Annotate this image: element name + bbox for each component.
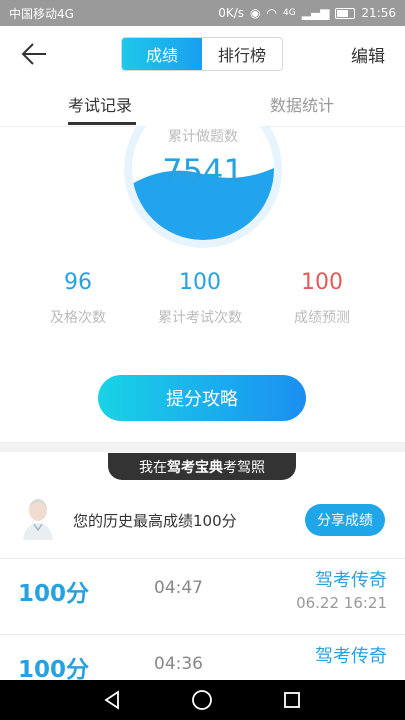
- segment-score[interactable]: 成绩: [122, 38, 202, 70]
- tab-bar: 考试记录 数据统计: [0, 82, 405, 127]
- exam-count-label: 累计考试次数: [158, 310, 242, 326]
- wifi-icon: ◠: [266, 6, 278, 20]
- header: 成绩 排行榜 编辑: [0, 26, 405, 82]
- tab-exam-records[interactable]: 考试记录: [68, 92, 132, 116]
- nav-back-icon[interactable]: [100, 688, 124, 712]
- total-questions-value: 7541: [162, 152, 244, 190]
- record-date: 06.22 16:21: [296, 594, 387, 612]
- network-type: 4G: [283, 8, 296, 18]
- carrier-label: 中国移动4G: [9, 6, 74, 21]
- predict-value: 100: [301, 270, 343, 295]
- section-divider: [0, 442, 405, 452]
- segmented-control: 成绩 排行榜: [121, 37, 283, 71]
- brand-banner: 我在 驾考宝典 考驾照: [108, 453, 296, 480]
- best-score-text: 您的历史最高成绩100分: [73, 512, 237, 530]
- pass-count-stat: 96 及格次数: [18, 270, 138, 327]
- record-score: 100分: [18, 657, 90, 683]
- pass-count-value: 96: [64, 270, 92, 295]
- exam-count-stat: 100 累计考试次数: [140, 270, 260, 327]
- predict-stat: 100 成绩预测: [262, 270, 382, 327]
- system-nav-bar: [0, 680, 405, 720]
- total-questions-label: 累计做题数: [168, 129, 238, 145]
- eye-icon: ◉: [250, 6, 261, 20]
- edit-button[interactable]: 编辑: [351, 42, 385, 67]
- tab-underline: [68, 122, 136, 125]
- exam-record-row[interactable]: 100分 04:47 驾考传奇 06.22 16:21: [0, 560, 405, 636]
- segment-rank[interactable]: 排行榜: [202, 38, 282, 70]
- pass-count-label: 及格次数: [50, 310, 106, 326]
- share-score-button[interactable]: 分享成绩: [305, 504, 385, 536]
- record-duration: 04:47: [154, 578, 203, 598]
- signal-icon: ▂▄▆: [301, 6, 330, 20]
- network-speed: 0K/s: [218, 6, 245, 20]
- record-score: 100分: [18, 581, 90, 607]
- avatar: [23, 499, 53, 540]
- status-bar: 中国移动4G 0K/s ◉ ◠ 4G ▂▄▆ 21:56: [0, 0, 405, 26]
- tab-data-stats[interactable]: 数据统计: [270, 92, 334, 116]
- predict-label: 成绩预测: [294, 310, 350, 326]
- nav-home-icon[interactable]: [190, 688, 214, 712]
- back-arrow-icon[interactable]: [20, 40, 50, 68]
- row-separator: [0, 558, 405, 559]
- battery-icon: [335, 7, 356, 19]
- exam-count-value: 100: [179, 270, 221, 295]
- clock: 21:56: [361, 6, 396, 20]
- strategy-button[interactable]: 提分攻略: [98, 375, 306, 421]
- banner-suffix: 考驾照: [223, 459, 265, 476]
- record-rank: 驾考传奇: [315, 646, 387, 667]
- record-duration: 04:36: [154, 654, 203, 674]
- nav-recents-icon[interactable]: [280, 688, 304, 712]
- banner-prefix: 我在: [139, 459, 167, 476]
- row-separator: [0, 634, 405, 635]
- question-count-gauge: 累计做题数 7541: [124, 126, 282, 248]
- banner-brand: 驾考宝典: [167, 459, 223, 476]
- record-rank: 驾考传奇: [315, 570, 387, 591]
